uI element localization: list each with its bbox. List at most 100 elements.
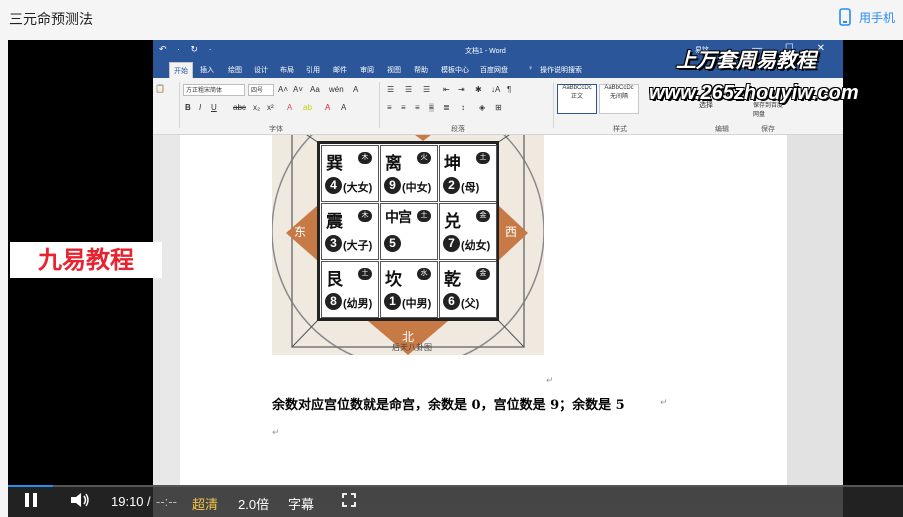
tab-review[interactable]: 审阅 [360,65,374,75]
change-case-icon[interactable]: Aa [310,85,320,94]
palace-number: 7 [443,235,460,252]
element-badge: 水 [417,268,431,280]
font-size-select[interactable]: 四号 [248,84,274,96]
pause-icon [25,493,37,507]
palace-number: 2 [443,177,460,194]
bagua-figure: 东 西 北 巽 木 4 (大女) 离 火 9 (中女) 坤 土 2 (母) 震 … [272,135,544,355]
tab-template-center[interactable]: 模板中心 [441,65,469,75]
tell-me-search[interactable]: 操作说明搜索 [540,65,582,75]
tab-mailings[interactable]: 邮件 [333,65,347,75]
tab-design[interactable]: 设计 [254,65,268,75]
tab-view[interactable]: 视图 [387,65,401,75]
phone-icon [839,8,851,26]
tab-insert[interactable]: 插入 [200,65,214,75]
palace-cell: 兑 金 7 (幼女) [439,203,497,260]
trigram-name: 乾 [444,270,461,290]
show-marks-icon[interactable]: ¶ [507,85,511,94]
style-no-spacing[interactable]: AaBbCcDc 无间隔 [599,84,639,114]
font-group-label: 字体 [269,126,283,133]
save-group-label: 保存 [761,126,775,133]
pause-button[interactable] [24,492,38,511]
palace-number: 9 [384,177,401,194]
bullets-icon[interactable]: ☰ [387,85,394,94]
subtitle-button[interactable]: 字幕 [288,494,314,513]
justify-icon[interactable]: ≡ [429,103,434,112]
align-left-icon[interactable]: ≡ [387,103,392,112]
line-spacing-icon[interactable]: ↕ [461,103,465,112]
quick-access-toolbar[interactable]: ↶ · ↻ · [159,44,216,55]
palace-number: 6 [443,293,460,310]
paragraph-group-label: 段落 [451,126,465,133]
family-relation: (母) [461,182,480,194]
family-relation: (大女) [343,182,373,194]
italic-icon[interactable]: I [199,103,201,112]
mobile-link[interactable]: 用手机 [839,8,895,26]
highlight-icon[interactable]: ab [303,103,312,112]
family-relation: (大子) [343,240,373,252]
style-normal[interactable]: AaBbCcDc 正文 [557,84,597,114]
paragraph-mark: ↵ [660,397,668,407]
palace-cell: 离 火 9 (中女) [380,145,438,202]
trigram-name: 巽 [326,154,343,174]
styles-group-label: 样式 [613,126,627,133]
distributed-icon[interactable]: ≣ [443,103,450,112]
direction-east: 东 [294,225,307,239]
underline-icon[interactable]: U [211,103,217,112]
direction-west: 西 [505,225,518,239]
bold-icon[interactable]: B [185,103,191,112]
document-text-line: 余数对应宫位数就是命宫，余数是 0，宫位数是 9；余数是 5 [272,398,625,413]
paragraph-mark: ↵ [272,427,280,437]
trigram-name: 坎 [385,270,402,290]
fullscreen-button[interactable] [342,493,356,510]
document-page[interactable]: 东 西 北 巽 木 4 (大女) 离 火 9 (中女) 坤 土 2 (母) 震 … [180,135,790,485]
tab-help[interactable]: 帮助 [414,65,428,75]
char-shading-icon[interactable]: A [341,103,346,112]
shrink-font-icon[interactable]: A˅ [293,85,303,94]
speed-button[interactable]: 2.0倍 [238,494,269,513]
tab-layout[interactable]: 布局 [280,65,294,75]
watermark-title: 上万套周易教程 [676,48,816,72]
grow-font-icon[interactable]: A˄ [278,85,288,94]
strikethrough-icon[interactable]: abc [233,103,246,112]
volume-button[interactable] [70,492,90,511]
ribbon-divider [379,82,380,128]
char-border-icon[interactable]: A [353,85,358,94]
tab-references[interactable]: 引用 [306,65,320,75]
font-name-select[interactable]: 方正粗宋简体 [183,84,245,96]
tab-baidu-netdisk[interactable]: 百度网盘 [480,65,508,75]
superscript-icon[interactable]: x² [267,103,274,112]
page-header: 三元命预测法 用手机 [0,0,903,36]
align-center-icon[interactable]: ≡ [401,103,406,112]
palace-cell: 艮 土 8 (幼男) [321,261,379,318]
increase-indent-icon[interactable]: ⇥ [458,85,465,94]
align-right-icon[interactable]: ≡ [415,103,420,112]
palace-cell: 乾 金 6 (父) [439,261,497,318]
decrease-indent-icon[interactable]: ⇤ [443,85,450,94]
palace-number: 4 [325,177,342,194]
numbering-icon[interactable]: ☰ [405,85,412,94]
subscript-icon[interactable]: x₂ [253,103,260,112]
text-effects-icon[interactable]: A [287,103,292,112]
element-badge: 土 [476,152,490,164]
phonetic-guide-icon[interactable]: wén [329,85,344,94]
tab-draw[interactable]: 绘图 [228,65,242,75]
sort-icon[interactable]: ↓A [491,85,500,94]
borders-icon[interactable]: ⊞ [495,103,502,112]
document-area: 东 西 北 巽 木 4 (大女) 离 火 9 (中女) 坤 土 2 (母) 震 … [153,135,843,485]
quality-button[interactable]: 超清 [192,494,218,513]
fullscreen-icon [342,493,356,507]
time-separator: / [147,494,151,509]
shading-icon[interactable]: ◈ [479,103,485,112]
element-badge: 木 [358,152,372,164]
family-relation: (中女) [402,182,432,194]
progress-bar[interactable] [8,485,903,487]
multilevel-list-icon[interactable]: ☰ [423,85,430,94]
font-color-icon[interactable]: A [325,103,330,112]
watermark-badge: 九易教程 [10,242,162,278]
palace-cell: 震 木 3 (大子) [321,203,379,260]
video-player[interactable]: ↶ · ↻ · 文档1 - Word 易铭 — ☐ ✕ 开始 插入 绘图 设计 … [8,40,903,517]
document-scroll-gutter[interactable] [787,135,843,485]
chinese-layout-icon[interactable]: ✱ [475,85,482,94]
paste-icon[interactable]: 📋 [155,84,165,93]
paragraph-mark: ↵ [546,375,554,385]
